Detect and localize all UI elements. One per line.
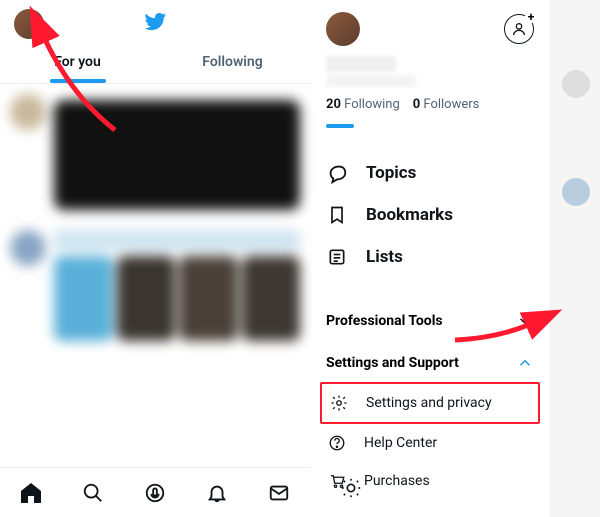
menu-label: Bookmarks: [366, 205, 453, 225]
section-professional-tools[interactable]: Professional Tools: [326, 302, 534, 340]
username: [326, 75, 416, 87]
menu-bookmarks[interactable]: Bookmarks: [326, 194, 534, 236]
tab-label: Following: [202, 54, 262, 70]
post-photo: [179, 256, 238, 341]
bookmark-icon: [326, 204, 348, 226]
menu-label: Topics: [366, 163, 416, 183]
chevron-up-icon: [516, 354, 534, 372]
post-photo: [242, 256, 301, 341]
feed-post[interactable]: [0, 220, 310, 351]
follow-stats: 20 Following 0 Followers: [326, 97, 534, 112]
submenu-label: Purchases: [364, 473, 430, 489]
account-switcher-sidebar: [550, 0, 600, 517]
tab-following[interactable]: Following: [155, 40, 310, 83]
post-media: [54, 100, 300, 210]
theme-toggle-icon[interactable]: [340, 477, 362, 503]
submenu-label: Help Center: [364, 435, 437, 451]
submenu-settings-privacy[interactable]: Settings and privacy: [328, 384, 532, 422]
section-label: Settings and Support: [326, 355, 459, 371]
add-account-button[interactable]: [504, 14, 534, 44]
drawer-avatar[interactable]: [326, 12, 360, 46]
help-icon: [326, 432, 348, 454]
submenu-label: Settings and privacy: [366, 395, 492, 411]
menu-topics[interactable]: Topics: [326, 152, 534, 194]
post-photo: [54, 256, 113, 341]
left-header: [0, 0, 310, 40]
following-count[interactable]: 20: [326, 97, 341, 112]
highlight-box: Settings and privacy: [320, 382, 540, 424]
home-icon[interactable]: [19, 481, 43, 505]
submenu-help-center[interactable]: Help Center: [326, 424, 534, 462]
topics-icon: [326, 162, 348, 184]
display-name: [326, 56, 396, 72]
tab-for-you[interactable]: For you: [0, 40, 155, 83]
bell-icon[interactable]: [205, 481, 229, 505]
gear-icon: [328, 392, 350, 414]
account-avatar[interactable]: [562, 178, 590, 206]
feed-tabs: For you Following: [0, 40, 310, 84]
lists-icon: [326, 246, 348, 268]
account-avatar[interactable]: [562, 70, 590, 98]
feed-post[interactable]: [0, 84, 310, 220]
post-photo: [117, 256, 176, 341]
account-drawer: 20 Following 0 Followers Topics Bookmark…: [310, 0, 550, 517]
menu-label: Lists: [366, 247, 403, 267]
tab-label: For you: [54, 54, 101, 70]
followers-count[interactable]: 0: [413, 97, 420, 112]
followers-label[interactable]: Followers: [423, 97, 479, 112]
post-avatar: [10, 230, 46, 266]
mail-icon[interactable]: [267, 481, 291, 505]
following-label[interactable]: Following: [344, 97, 400, 112]
post-avatar: [10, 94, 46, 130]
chevron-down-icon: [516, 312, 534, 330]
feed[interactable]: [0, 84, 310, 467]
section-label: Professional Tools: [326, 313, 443, 329]
bottom-nav: [0, 467, 310, 517]
twitter-logo-icon: [143, 10, 167, 38]
mic-icon[interactable]: [143, 481, 167, 505]
menu-lists[interactable]: Lists: [326, 236, 534, 278]
accent-divider: [326, 124, 354, 128]
search-icon[interactable]: [81, 481, 105, 505]
section-settings-support[interactable]: Settings and Support: [326, 344, 534, 382]
profile-avatar[interactable]: [14, 9, 44, 39]
